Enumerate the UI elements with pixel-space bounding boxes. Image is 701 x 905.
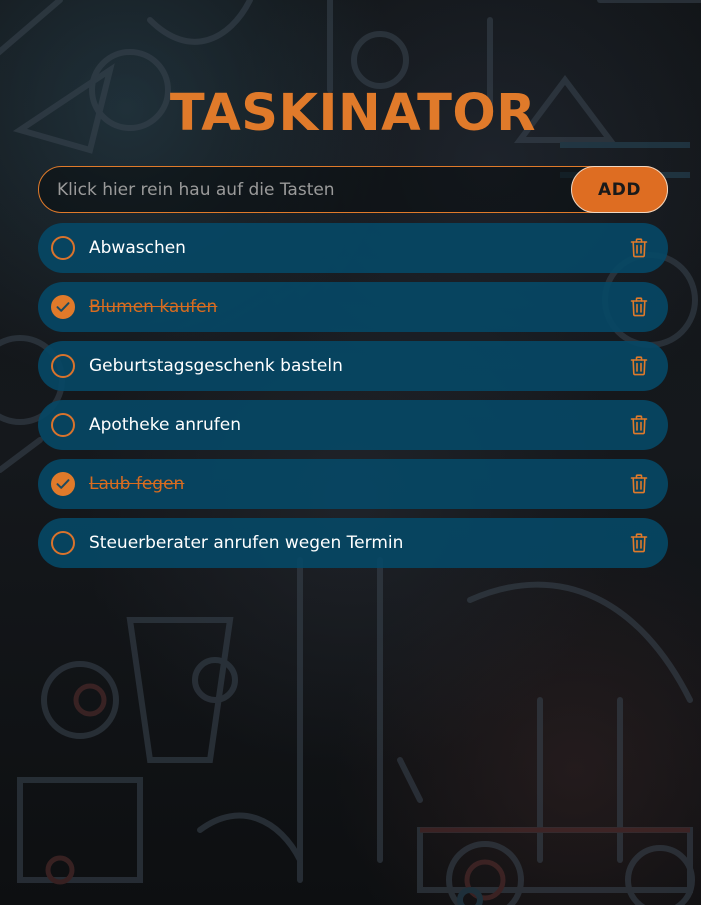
app-title: TASKINATOR [169, 84, 537, 143]
task-text: Blumen kaufen [89, 297, 218, 317]
task-item: Geburtstagsgeschenk basteln [38, 341, 668, 391]
task-text: Steuerberater anrufen wegen Termin [89, 533, 404, 553]
task-checkbox-checked[interactable] [51, 295, 75, 319]
task-checkbox[interactable] [51, 413, 75, 437]
delete-task-button[interactable] [630, 474, 648, 494]
task-item: Abwaschen [38, 223, 668, 273]
task-text: Abwaschen [89, 238, 186, 258]
delete-task-button[interactable] [630, 415, 648, 435]
delete-task-button[interactable] [630, 533, 648, 553]
task-item: Laub fegen [38, 459, 668, 509]
check-icon [56, 479, 70, 489]
delete-task-button[interactable] [630, 238, 648, 258]
add-task-form: ADD [38, 166, 668, 213]
trash-icon [630, 356, 648, 376]
delete-task-button[interactable] [630, 297, 648, 317]
add-button[interactable]: ADD [571, 166, 668, 213]
task-checkbox[interactable] [51, 354, 75, 378]
task-list: Abwaschen Blumen kaufen Geburtstagsgeschen… [38, 223, 668, 577]
delete-task-button[interactable] [630, 356, 648, 376]
task-text: Geburtstagsgeschenk basteln [89, 356, 343, 376]
trash-icon [630, 238, 648, 258]
task-checkbox[interactable] [51, 531, 75, 555]
task-item: Steuerberater anrufen wegen Termin [38, 518, 668, 568]
check-icon [56, 302, 70, 312]
trash-icon [630, 474, 648, 494]
task-item: Apotheke anrufen [38, 400, 668, 450]
task-checkbox-checked[interactable] [51, 472, 75, 496]
task-item: Blumen kaufen [38, 282, 668, 332]
task-checkbox[interactable] [51, 236, 75, 260]
trash-icon [630, 415, 648, 435]
trash-icon [630, 297, 648, 317]
trash-icon [630, 533, 648, 553]
task-text: Laub fegen [89, 474, 185, 494]
task-text: Apotheke anrufen [89, 415, 241, 435]
